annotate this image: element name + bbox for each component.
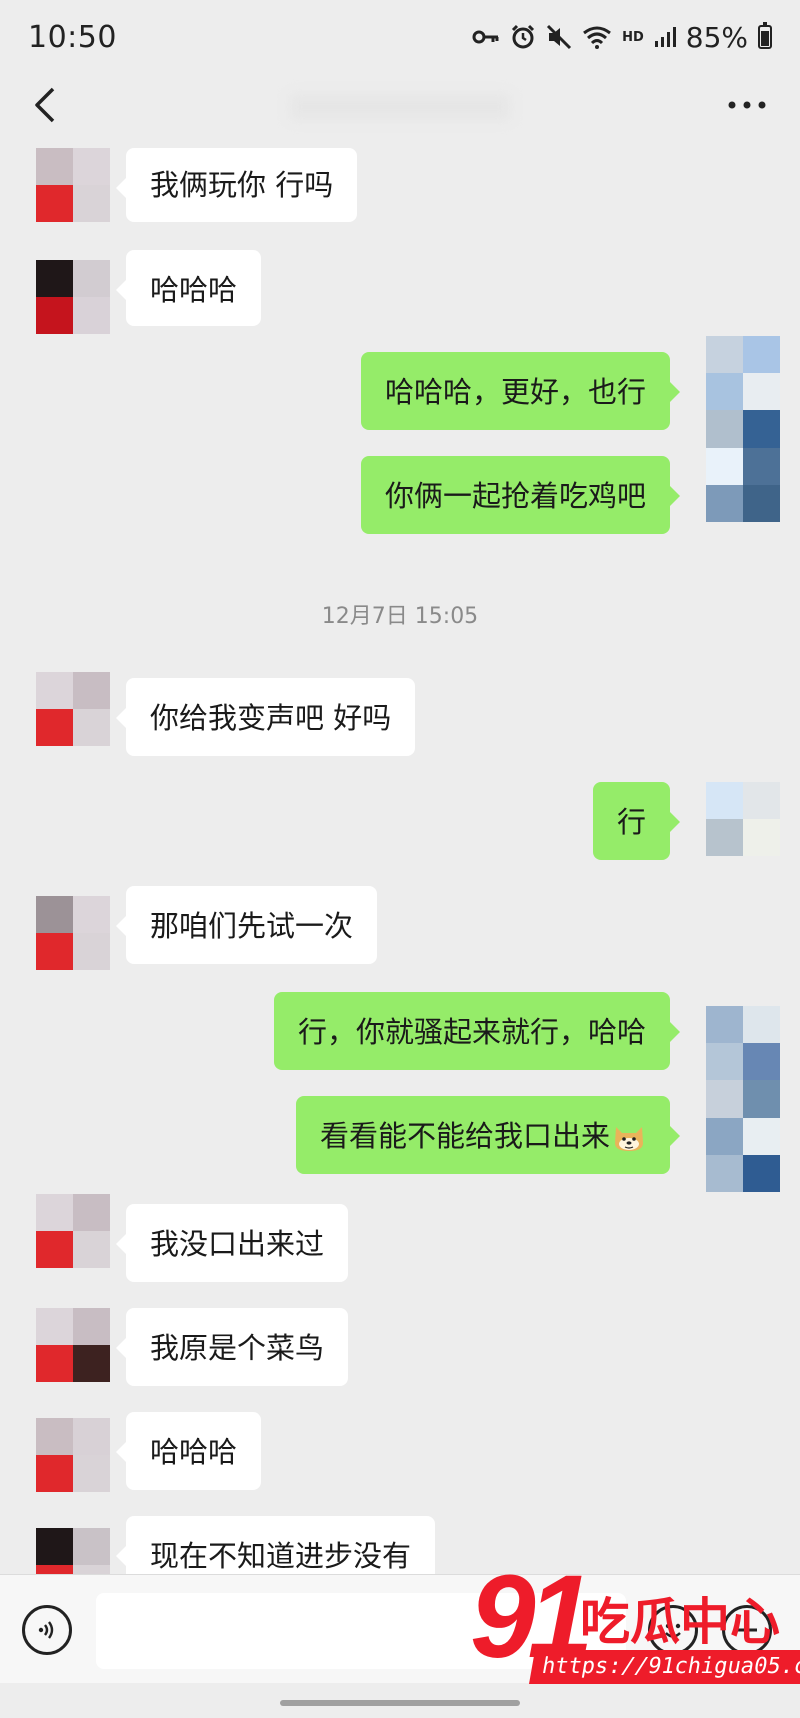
- battery-percent: 85%: [685, 20, 748, 54]
- watermark-url: https://91chigua05.com: [529, 1650, 800, 1684]
- chat-header: [0, 74, 800, 138]
- avatar[interactable]: [706, 782, 780, 856]
- hd-label: HD: [622, 29, 644, 45]
- message-bubble[interactable]: 哈哈哈，更好，也行: [360, 352, 681, 430]
- status-bar: 10:50 HD 85%: [0, 0, 800, 74]
- back-arrow-icon[interactable]: [20, 80, 70, 130]
- message-bubble[interactable]: 我俩玩你 行吗: [115, 148, 358, 222]
- watermark-name: 吃瓜中心: [580, 1593, 780, 1651]
- avatar[interactable]: [706, 336, 780, 522]
- mute-icon: [546, 22, 572, 52]
- message-timestamp: 12月7日 15:05: [321, 604, 479, 629]
- avatar[interactable]: [36, 1418, 110, 1492]
- alarm-icon: [510, 22, 536, 52]
- status-time: 10:50: [28, 19, 117, 55]
- message-bubble[interactable]: 哈哈哈: [115, 250, 262, 326]
- message-bubble[interactable]: 行: [592, 782, 681, 860]
- chat-title: [290, 94, 510, 120]
- signal-icon: [654, 22, 676, 52]
- message-bubble[interactable]: 行，你就骚起来就行，哈哈: [273, 992, 681, 1070]
- watermark-logo: 91 吃瓜中心 https://91chigua05.com: [470, 1558, 800, 1708]
- avatar[interactable]: [36, 1194, 110, 1268]
- message-bubble[interactable]: 那咱们先试一次: [115, 886, 378, 964]
- home-indicator[interactable]: [280, 1700, 520, 1706]
- message-bubble[interactable]: 你给我变声吧 好吗: [115, 678, 416, 756]
- message-text: 看看能不能给我口出来: [319, 1119, 610, 1153]
- message-bubble[interactable]: 我原是个菜鸟: [115, 1308, 349, 1386]
- avatar[interactable]: [36, 896, 110, 970]
- message-bubble[interactable]: 看看能不能给我口出来: [295, 1096, 681, 1174]
- message-bubble[interactable]: 哈哈哈: [115, 1412, 262, 1490]
- more-dots-icon[interactable]: [722, 80, 772, 130]
- message-bubble[interactable]: 你俩一起抢着吃鸡吧: [360, 456, 681, 534]
- doge-emoji-icon: [615, 1127, 643, 1151]
- avatar[interactable]: [706, 1006, 780, 1192]
- battery-icon: [758, 22, 772, 49]
- avatar[interactable]: [36, 672, 110, 746]
- avatar[interactable]: [36, 148, 110, 222]
- voice-icon[interactable]: [22, 1605, 72, 1655]
- avatar[interactable]: [36, 260, 110, 334]
- message-bubble[interactable]: 我没口出来过: [115, 1204, 349, 1282]
- avatar[interactable]: [36, 1308, 110, 1382]
- wifi-icon: [582, 22, 612, 52]
- status-icons: HD 85%: [472, 21, 772, 54]
- key-icon: [472, 22, 500, 52]
